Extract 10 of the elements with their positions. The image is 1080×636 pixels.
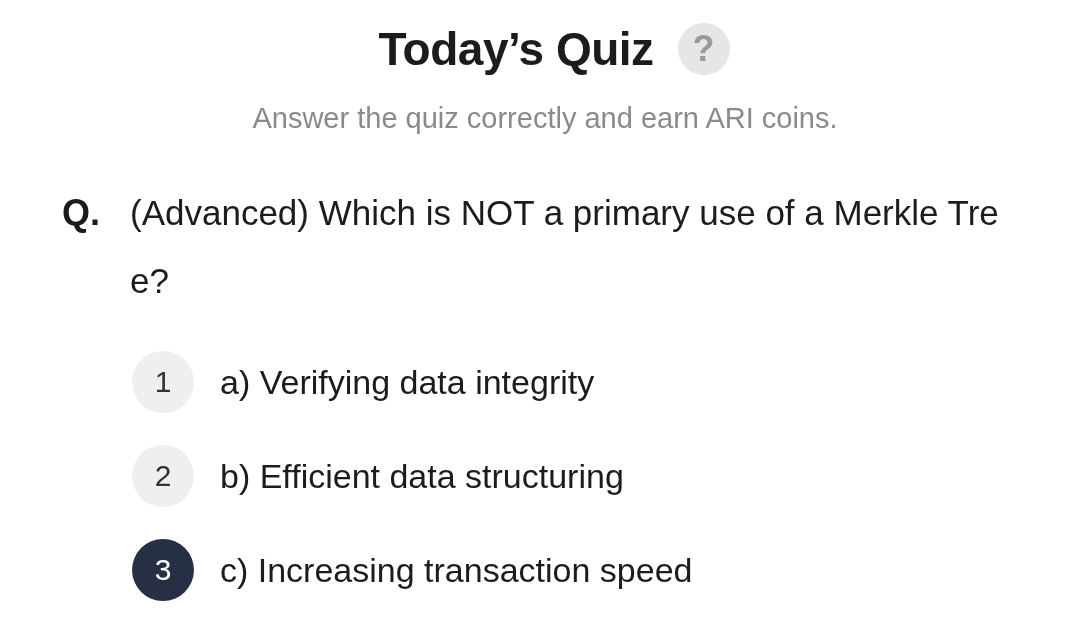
option-number[interactable]: 1 [132,351,194,413]
option-number[interactable]: 3 [132,539,194,601]
question-text: (Advanced) Which is NOT a primary use of a Merkle Tree? [130,192,1000,302]
quiz-title: Today’s Quiz [378,22,654,76]
quiz-subtitle: Answer the quiz correctly and earn ARI coins. [251,102,839,135]
option-label[interactable]: a) Verifying data integrity [220,362,595,402]
question-prefix: Q. [62,191,101,235]
option-label[interactable]: b) Efficient data structuring [220,456,624,496]
option-number[interactable]: 2 [132,445,194,507]
option-label[interactable]: c) Increasing transaction speed [220,550,693,590]
